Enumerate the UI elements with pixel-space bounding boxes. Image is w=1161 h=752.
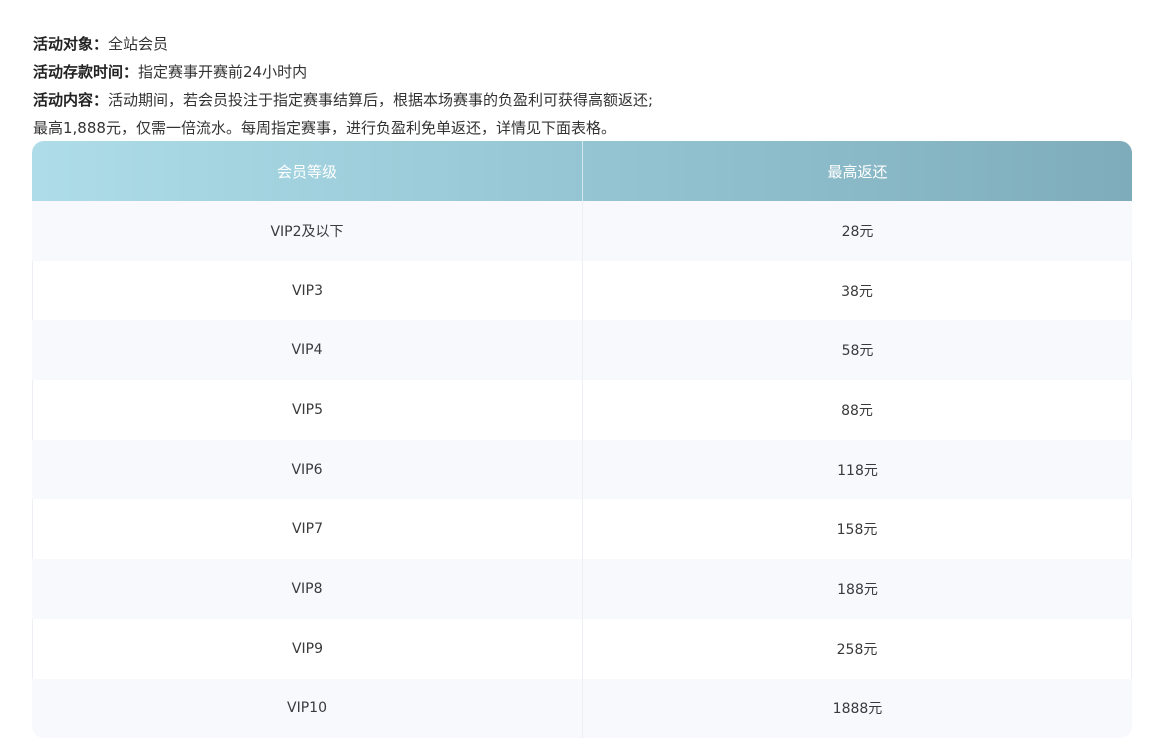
table-row: VIP4 58元 <box>32 320 1132 381</box>
note-text: 最高1,888元，仅需一倍流水。每周指定赛事，进行负盈利免单返还，详情见下面表格… <box>33 119 616 137</box>
max-refund-cell: 28元 <box>841 223 874 240</box>
table-row: VIP5 88元 <box>32 380 1132 440</box>
max-refund-cell: 1888元 <box>832 701 883 718</box>
max-refund-cell: 158元 <box>583 499 1132 560</box>
member-level-cell: VIP3 <box>32 260 583 321</box>
member-level-cell: VIP4 <box>32 320 583 381</box>
table-row: VIP8 188元 <box>32 559 1132 619</box>
deposit-time-line: 活动存款时间：指定赛事开赛前24小时内 <box>33 58 1133 86</box>
content-line: 活动内容：活动期间，若会员投注于指定赛事结算后，根据本场赛事的负盈利可获得高额返… <box>33 86 1133 114</box>
member-level-cell: VIP9 <box>32 618 583 679</box>
table-row: VIP10 1888元 <box>32 678 1132 738</box>
table-row: VIP2及以下 28元 <box>32 201 1132 261</box>
deposit-time-value: 指定赛事开赛前24小时内 <box>138 63 308 81</box>
member-level-cell: VIP2及以下 <box>32 201 583 261</box>
max-refund-cell: 88元 <box>583 380 1132 440</box>
content-label: 活动内容： <box>33 91 109 109</box>
member-level-cell: VIP8 <box>32 559 583 619</box>
max-refund-cell: 188元 <box>837 581 878 598</box>
header-member-level: 会员等级 <box>32 141 583 201</box>
target-value: 全站会员 <box>108 35 169 53</box>
max-refund-cell: 58元 <box>841 343 874 360</box>
member-level-cell: VIP7 <box>32 499 583 560</box>
header-max-refund: 最高返还 <box>827 162 888 181</box>
max-refund-cell: 118元 <box>837 462 878 479</box>
content-value: 活动期间，若会员投注于指定赛事结算后，根据本场赛事的负盈利可获得高额返还; <box>108 91 654 109</box>
target-line: 活动对象：全站会员 <box>33 30 1133 58</box>
activity-intro: 活动对象：全站会员 活动存款时间：指定赛事开赛前24小时内 活动内容：活动期间，… <box>33 30 1133 142</box>
reward-table: 会员等级 最高返还 VIP2及以下 28元 VIP3 38元 VIP4 58元 … <box>32 141 1132 738</box>
member-level-cell: VIP5 <box>32 380 583 440</box>
table-row: VIP7 158元 <box>32 499 1132 560</box>
target-label: 活动对象： <box>33 35 109 53</box>
max-refund-cell: 258元 <box>583 618 1132 679</box>
table-row: VIP6 118元 <box>32 439 1132 500</box>
table-row: VIP3 38元 <box>32 260 1132 321</box>
member-level-cell: VIP10 <box>32 678 583 738</box>
table-body: VIP2及以下 28元 VIP3 38元 VIP4 58元 VIP5 88元 V… <box>32 201 1132 738</box>
member-level-cell: VIP6 <box>32 439 583 500</box>
table-row: VIP9 258元 <box>32 618 1132 679</box>
deposit-time-label: 活动存款时间： <box>33 63 139 81</box>
note-line: 最高1,888元，仅需一倍流水。每周指定赛事，进行负盈利免单返还，详情见下面表格… <box>33 114 1133 142</box>
table-header: 会员等级 最高返还 <box>32 141 1132 201</box>
max-refund-cell: 38元 <box>583 260 1132 321</box>
